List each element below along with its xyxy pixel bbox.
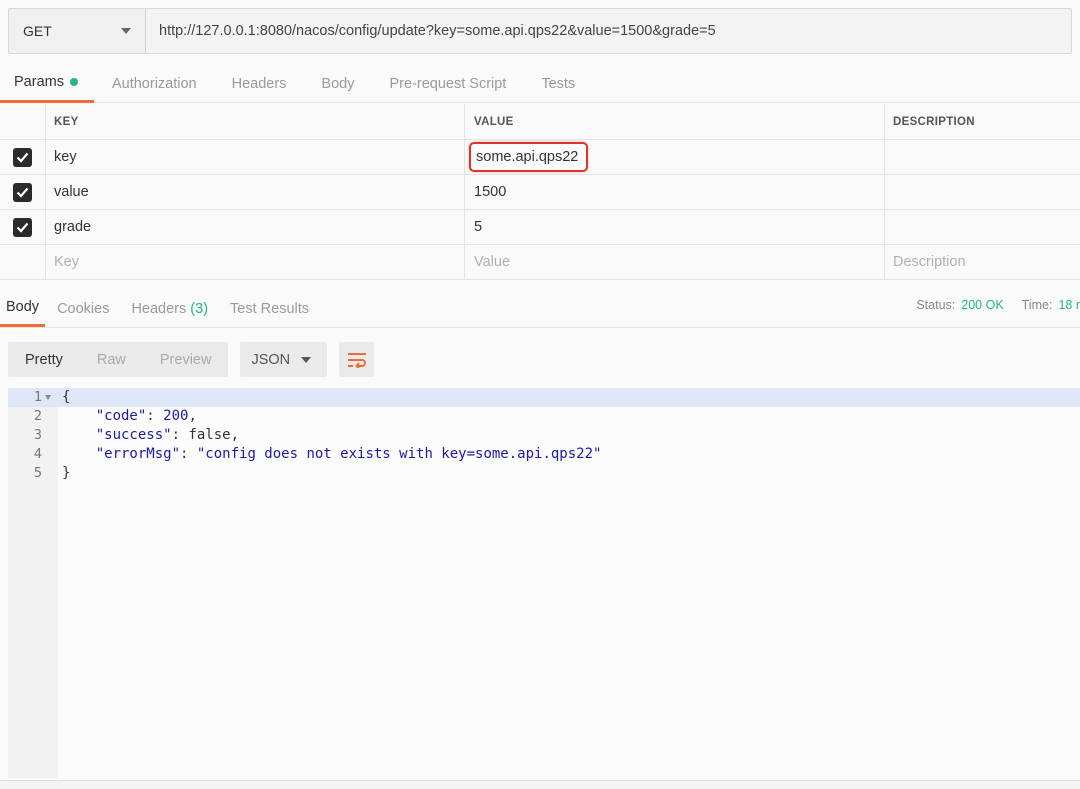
- param-key-field[interactable]: key: [46, 140, 465, 174]
- time-label: Time:: [1021, 298, 1053, 312]
- format-select[interactable]: JSON: [240, 342, 328, 377]
- method-label: GET: [23, 23, 52, 39]
- code-text: "errorMsg": "config does not exists with…: [95, 446, 602, 462]
- view-mode-group: Pretty Raw Preview: [8, 342, 229, 377]
- param-value-field[interactable]: some.api.qps22: [465, 140, 885, 174]
- line-number: 5: [33, 465, 42, 481]
- tab-params-label: Params: [14, 74, 64, 90]
- table-row: key some.api.qps22: [0, 140, 1080, 175]
- code-line: 3 "success": false,: [8, 426, 1080, 445]
- highlighted-value: some.api.qps22: [469, 142, 589, 172]
- headers-count-badge: (3): [190, 300, 209, 317]
- row-check-cell: [0, 175, 46, 209]
- param-key-field[interactable]: grade: [46, 210, 465, 244]
- check-icon: [16, 187, 29, 198]
- param-description-field[interactable]: [885, 175, 1080, 209]
- chevron-down-icon: [121, 28, 131, 34]
- status-label: Status:: [916, 298, 956, 312]
- tab-cookies[interactable]: Cookies: [57, 290, 109, 327]
- tab-response-body[interactable]: Body: [0, 290, 46, 327]
- fold-arrow-icon[interactable]: [45, 395, 51, 400]
- param-value-field[interactable]: 5: [465, 210, 885, 244]
- param-key-field[interactable]: value: [46, 175, 465, 209]
- tab-headers[interactable]: Headers: [232, 64, 287, 103]
- status-value: 200 OK: [961, 298, 1004, 312]
- tab-params[interactable]: Params: [0, 64, 94, 103]
- response-tabs: Body Cookies Headers (3) Test Results St…: [0, 290, 1080, 328]
- code-line: 5 }: [8, 464, 1080, 483]
- new-description-input[interactable]: Description: [885, 245, 1080, 279]
- tab-tests[interactable]: Tests: [541, 64, 575, 103]
- tab-pre-request-script[interactable]: Pre-request Script: [389, 64, 506, 103]
- response-status: Status: 200 OK Time: 18 r: [916, 290, 1080, 320]
- code-text: "code": 200,: [95, 408, 197, 424]
- line-number: 3: [33, 427, 42, 443]
- tab-response-headers[interactable]: Headers (3): [131, 290, 208, 327]
- tab-authorization[interactable]: Authorization: [112, 64, 197, 103]
- response-body-editor[interactable]: 1 { 2 "code": 200, 3 "success": false, 4…: [8, 388, 1080, 778]
- header-key: KEY: [46, 104, 465, 139]
- param-value-field[interactable]: 1500: [465, 175, 885, 209]
- request-bar: GET http://127.0.0.1:8080/nacos/config/u…: [8, 8, 1072, 54]
- code-text: "success": false,: [95, 427, 240, 443]
- check-icon: [16, 222, 29, 233]
- header-value: VALUE: [465, 104, 885, 139]
- table-row-new: Key Value Description: [0, 245, 1080, 280]
- row-check-cell: [0, 210, 46, 244]
- code-text: {: [62, 389, 71, 405]
- new-key-input[interactable]: Key: [46, 245, 465, 279]
- url-input[interactable]: http://127.0.0.1:8080/nacos/config/updat…: [146, 9, 1071, 53]
- chevron-down-icon: [301, 356, 312, 363]
- format-label: JSON: [251, 351, 291, 368]
- preview-button[interactable]: Preview: [143, 342, 229, 377]
- table-row: value 1500: [0, 175, 1080, 210]
- wrap-lines-icon: [347, 352, 366, 368]
- code-text: }: [62, 465, 71, 481]
- header-check-cell: [0, 104, 46, 139]
- check-icon: [16, 152, 29, 163]
- row-check-cell: [0, 245, 46, 279]
- params-table: KEY VALUE DESCRIPTION key some.api.qps22…: [0, 104, 1080, 280]
- code-line: 1 {: [8, 388, 1080, 407]
- row-check-cell: [0, 140, 46, 174]
- pretty-button[interactable]: Pretty: [8, 342, 80, 377]
- table-row: grade 5: [0, 210, 1080, 245]
- tab-body[interactable]: Body: [321, 64, 354, 103]
- line-number: 1: [33, 389, 42, 405]
- new-value-input[interactable]: Value: [465, 245, 885, 279]
- checkbox[interactable]: [13, 182, 32, 202]
- code-line: 2 "code": 200,: [8, 407, 1080, 426]
- method-select[interactable]: GET: [9, 9, 146, 53]
- raw-button[interactable]: Raw: [80, 342, 143, 377]
- tab-test-results[interactable]: Test Results: [230, 290, 309, 327]
- header-description: DESCRIPTION: [893, 115, 975, 128]
- bottom-divider: [0, 780, 1080, 789]
- request-tabs: Params Authorization Headers Body Pre-re…: [0, 64, 1080, 103]
- checkbox[interactable]: [13, 147, 32, 167]
- time-value: 18 r: [1058, 298, 1080, 312]
- checkbox[interactable]: [13, 217, 32, 237]
- line-number: 2: [33, 408, 42, 424]
- active-dot-icon: [69, 78, 78, 86]
- param-description-field[interactable]: [885, 210, 1080, 244]
- line-number: 4: [33, 446, 42, 462]
- param-description-field[interactable]: [885, 140, 1080, 174]
- response-toolbar: Pretty Raw Preview JSON: [8, 342, 375, 377]
- params-header-row: KEY VALUE DESCRIPTION: [0, 104, 1080, 140]
- code-line: 4 "errorMsg": "config does not exists wi…: [8, 445, 1080, 464]
- tab-response-headers-label: Headers: [131, 300, 187, 317]
- wrap-lines-button[interactable]: [339, 342, 375, 377]
